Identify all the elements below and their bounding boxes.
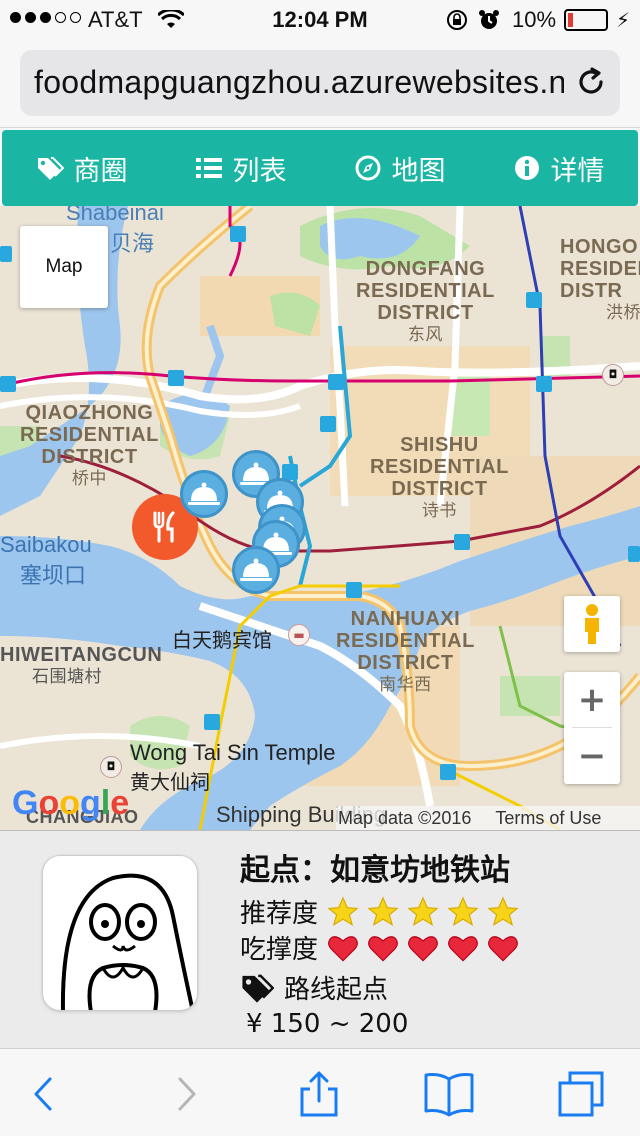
heart-icon [408,935,438,962]
nav-tab-detail[interactable]: 详情 [479,149,638,188]
nav-tab-label: 地图 [391,155,446,187]
zoom-control: + − [564,672,620,784]
recommendation-row: 推荐度 [240,893,520,930]
charging-icon: ⚡ [616,8,631,32]
top-navigation: 商圈 列表 地图 详情 [2,130,638,206]
terms-of-use-link[interactable]: Terms of Use [495,808,601,829]
status-bar: AT&T 12:04 PM 10% ⚡ [0,0,640,40]
heart-icon [448,935,478,962]
reload-icon[interactable] [574,65,608,99]
nav-tab-business-district[interactable]: 商圈 [2,149,161,188]
compass-icon [355,155,380,181]
browser-address-area: foodmapguangzhou.azurewebsites.net [0,40,640,128]
district-label-hongqiao: HONGO RESIDEN DISTR 洪桥 [560,236,640,322]
map-label-saibakou: Saibakou 塞坝口 [0,532,92,588]
list-icon [195,158,222,178]
district-label-dongfang: DONGFANG RESIDENTIAL DISTRICT 东风 [356,258,495,344]
hotel-icon: ▬ [288,624,310,646]
google-logo: Google [12,784,130,822]
place-detail-panel[interactable]: 起点：如意坊地铁站 推荐度 吃撑度 路线起点 ¥ 150 ~ 200 [0,830,640,1048]
street-view-pegman-button[interactable] [564,596,620,652]
fork-knife-icon [153,511,175,543]
heart-icon [328,935,358,962]
heart-icon [368,935,398,962]
zoom-in-button[interactable]: + [564,672,620,728]
nav-tab-map[interactable]: 地图 [320,149,479,188]
recommendation-stars [326,895,520,929]
nav-tab-label: 详情 [550,155,605,187]
map-data-credit: Map data ©2016 [338,807,472,828]
star-icon [447,895,479,926]
place-title: 起点：如意坊地铁站 [240,853,510,888]
browser-toolbar [0,1048,640,1136]
tags-icon [242,974,274,1003]
battery-percentage: 10% [512,7,557,32]
info-icon [514,156,539,180]
back-icon[interactable] [20,1069,70,1119]
district-label-qiaozhong: QIAOZHONG RESIDENTIAL DISTRICT 桥中 [20,402,159,488]
district-label-shishu: SHISHU RESIDENTIAL DISTRICT 诗书 [370,434,509,520]
district-label-nanhuaxi: NANHUAXI RESIDENTIAL DISTRICT 南华西 [336,608,475,694]
address-bar[interactable]: foodmapguangzhou.azurewebsites.net [20,50,620,116]
url-text[interactable]: foodmapguangzhou.azurewebsites.net [34,64,564,101]
map-attribution: Map data ©2016 Terms of Use [336,806,640,830]
star-icon [367,895,399,926]
zoom-out-button[interactable]: − [564,728,620,784]
share-icon[interactable] [294,1069,344,1119]
fullness-row: 吃撑度 [240,929,520,966]
forward-icon[interactable] [160,1069,210,1119]
restaurant-marker[interactable] [232,546,280,594]
tags-icon [37,157,64,180]
star-icon [407,895,439,926]
fullness-label: 吃撑度 [240,935,319,965]
heart-icon [488,935,518,962]
map-label-wong-tai-sin-temple: Wong Tai Sin Temple 黄大仙祠 [130,740,336,794]
camera-poi-icon: ◘ [100,756,122,778]
star-icon [327,895,359,926]
bookmarks-icon[interactable] [424,1069,474,1119]
map-label-shiweitangcun: HIWEITANGCUN 石围塘村 [0,644,163,686]
star-icon [487,895,519,926]
pegman-icon [585,604,599,644]
tabs-icon[interactable] [556,1069,606,1119]
google-map[interactable]: Shabeinai 贝海 DONGFANG RESIDENTIAL DISTRIC… [0,206,640,830]
tag-row: 路线起点 [240,969,388,1006]
fullness-hearts [326,931,520,965]
nav-tab-label: 商圈 [73,155,128,187]
nav-tab-list[interactable]: 列表 [161,149,320,188]
cartoon-face-icon [60,873,195,1010]
cloche-icon [188,482,220,505]
cloche-icon [240,558,272,581]
alarm-icon [479,10,499,29]
price-range: ¥ 150 ~ 200 [246,1009,409,1039]
nav-tab-label: 列表 [232,155,287,187]
recommendation-label: 推荐度 [240,899,319,929]
camera-poi-icon: ◘ [602,364,624,386]
price-row: ¥ 150 ~ 200 [246,1009,408,1039]
map-type-button[interactable]: Map [20,226,108,308]
map-label-white-swan-hotel: 白天鹅宾馆 [172,630,272,652]
place-avatar [42,855,198,1011]
tag-label: 路线起点 [284,975,389,1005]
restaurant-marker[interactable] [180,470,228,518]
battery-icon [564,9,608,31]
orientation-lock-icon [447,10,467,30]
